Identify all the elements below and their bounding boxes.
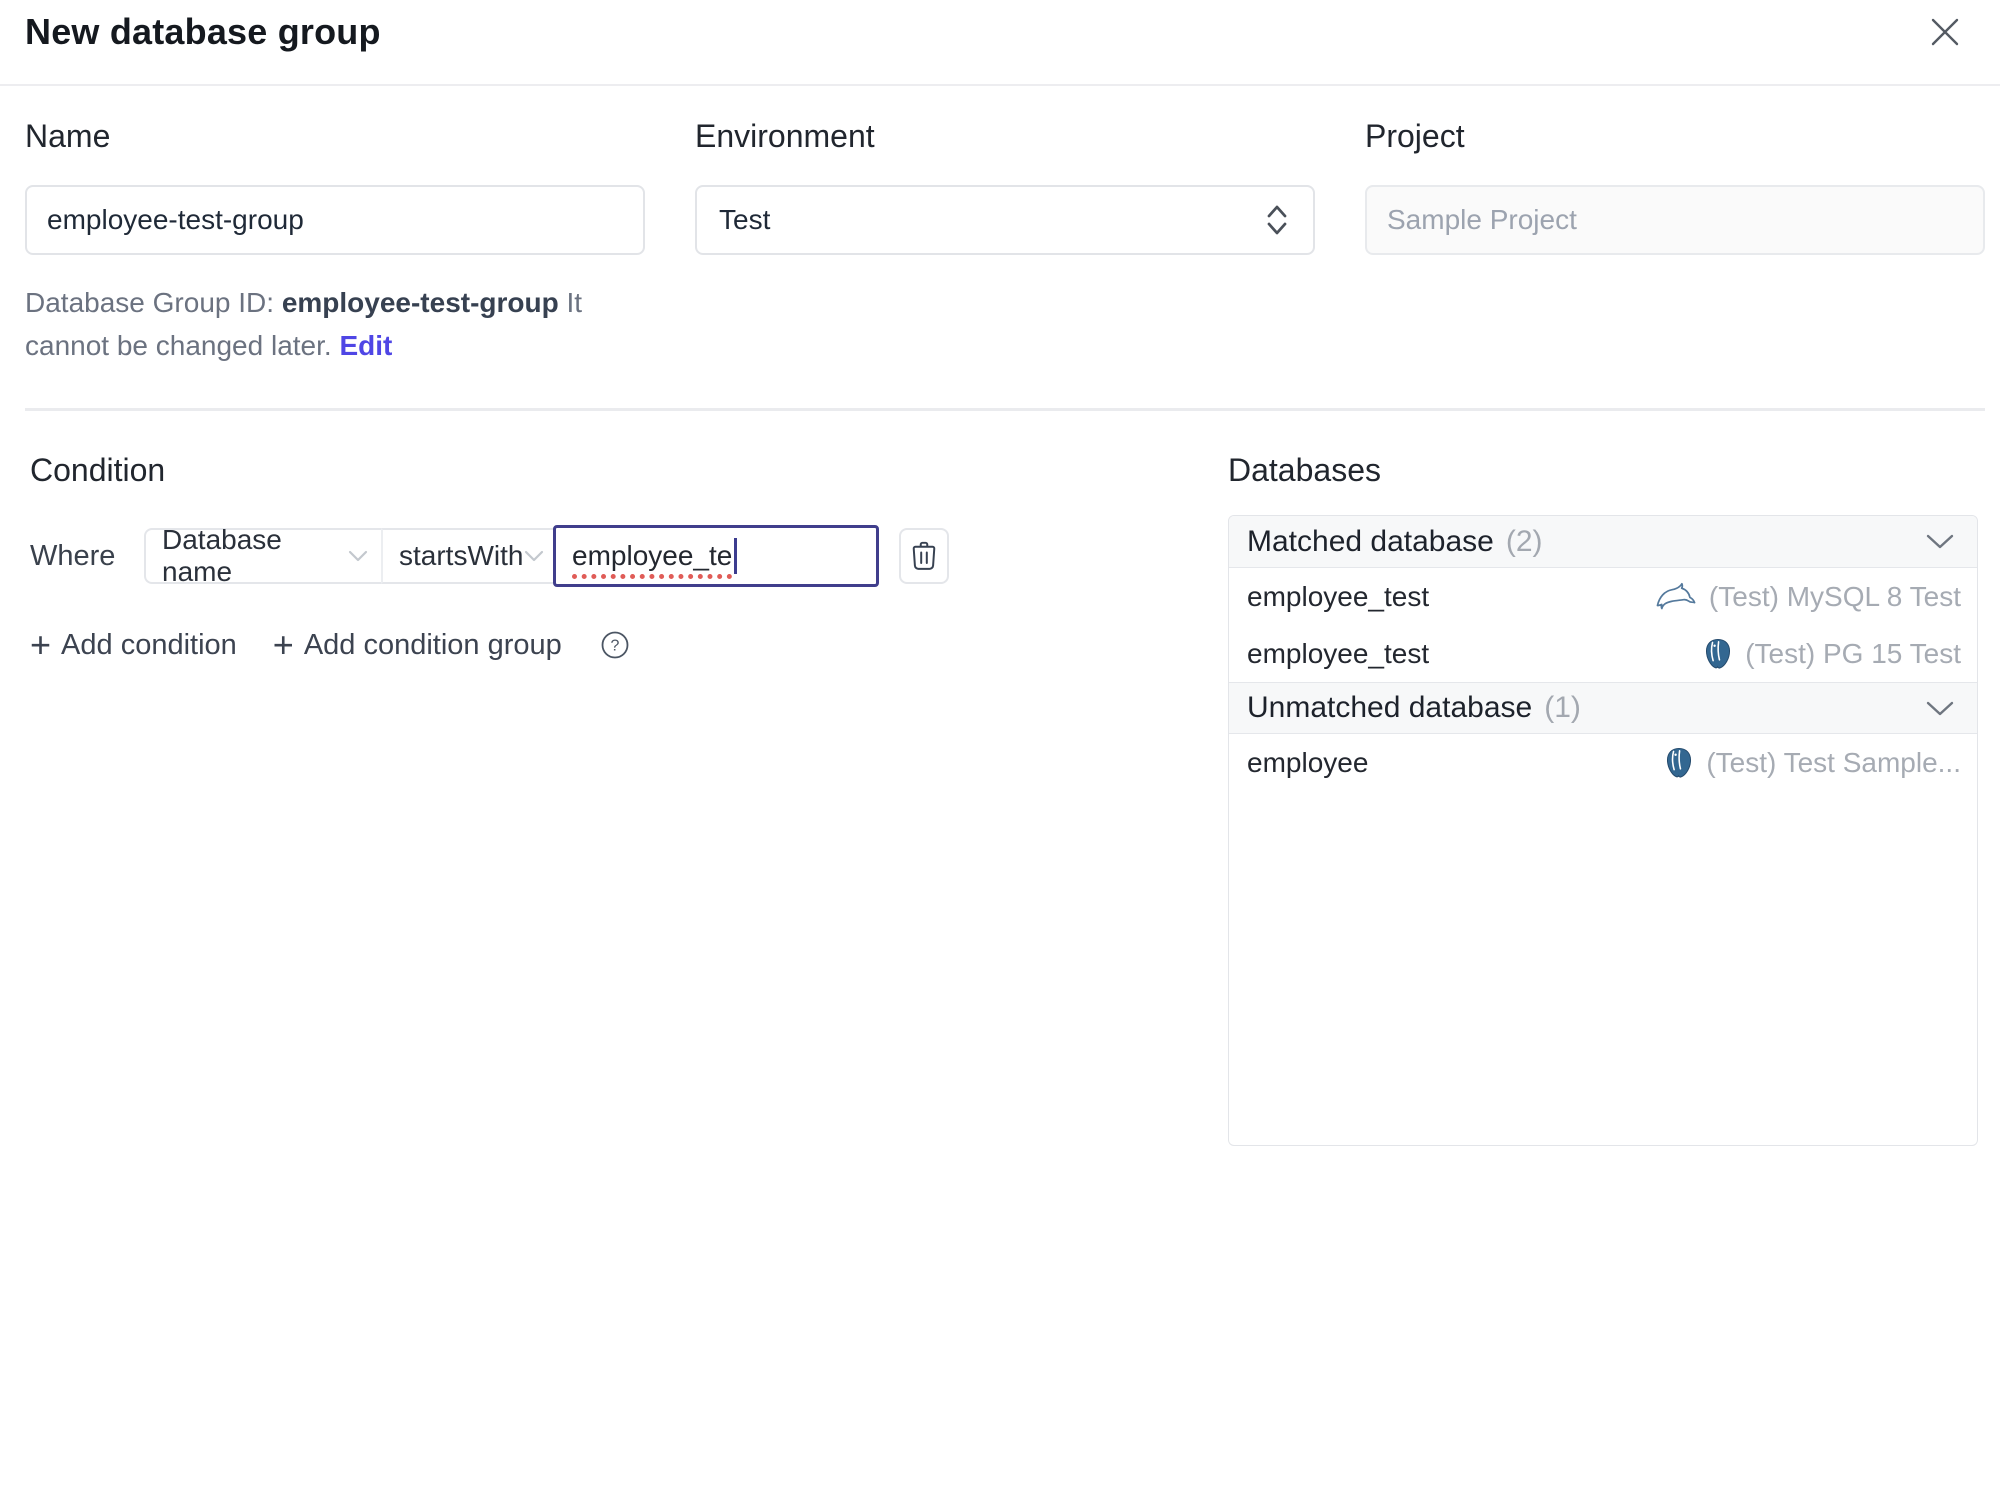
close-button[interactable] xyxy=(1928,15,1962,49)
plus-icon: + xyxy=(30,624,52,665)
project-input xyxy=(1365,185,1985,255)
mysql-dolphin-icon xyxy=(1655,582,1699,612)
condition-factor-select[interactable]: Database name xyxy=(144,524,381,587)
instance-info: (Test) MySQL 8 Test xyxy=(1655,581,1961,613)
form-row: Name Database Group ID: employee-test-gr… xyxy=(25,118,1985,368)
chevron-down-icon xyxy=(1925,700,1955,717)
databases-panel: Matched database (2) employee_test (Test… xyxy=(1228,515,1978,1146)
chevron-down-icon xyxy=(347,549,369,563)
new-database-group-dialog: New database group Name Database Group I… xyxy=(0,0,2000,1500)
svg-text:?: ? xyxy=(610,638,619,655)
dialog-header: New database group xyxy=(0,0,2000,86)
section-divider xyxy=(25,408,1985,411)
chevron-down-icon xyxy=(1925,533,1955,550)
chevron-down-icon xyxy=(523,549,545,563)
dialog-title: New database group xyxy=(25,11,381,52)
instance-info: (Test) PG 15 Test xyxy=(1701,637,1961,671)
matched-database-header[interactable]: Matched database (2) xyxy=(1229,516,1977,568)
unmatched-database-row[interactable]: employee (Test) Test Sample... xyxy=(1229,734,1977,791)
name-field-group: Name Database Group ID: employee-test-gr… xyxy=(25,118,645,368)
matched-database-label: Matched database xyxy=(1247,524,1494,558)
text-cursor xyxy=(734,538,738,574)
instance-label: (Test) Test Sample... xyxy=(1706,746,1961,778)
add-condition-button[interactable]: + Add condition xyxy=(30,627,237,663)
condition-heading: Condition xyxy=(30,452,166,488)
where-label: Where xyxy=(30,539,116,572)
updown-chevron-icon xyxy=(1265,202,1289,238)
database-name: employee xyxy=(1247,746,1369,778)
edit-link[interactable]: Edit xyxy=(339,330,392,361)
close-icon xyxy=(1929,16,1961,48)
condition-value-text: employee_te xyxy=(572,540,733,571)
matched-database-row[interactable]: employee_test (Test) PG 15 Test xyxy=(1229,625,1977,682)
unmatched-database-header[interactable]: Unmatched database (1) xyxy=(1229,682,1977,734)
unmatched-database-label: Unmatched database xyxy=(1247,691,1533,724)
add-condition-label: Add condition xyxy=(61,628,237,661)
project-label: Project xyxy=(1365,118,1465,154)
instance-label: (Test) PG 15 Test xyxy=(1745,637,1961,669)
condition-value-input[interactable]: employee_te xyxy=(553,525,879,587)
project-field-group: Project xyxy=(1365,118,1985,368)
databases-section: Databases Matched database (2) employee_… xyxy=(1228,452,1978,1146)
database-name: employee_test xyxy=(1247,637,1430,669)
instance-info: (Test) Test Sample... xyxy=(1662,746,1961,780)
environment-label: Environment xyxy=(695,118,875,154)
group-id-value: employee-test-group xyxy=(281,287,559,318)
databases-heading: Databases xyxy=(1228,452,1381,488)
database-name: employee_test xyxy=(1247,580,1430,612)
environment-field-group: Environment Test xyxy=(695,118,1315,368)
matched-database-count: (2) xyxy=(1505,524,1543,558)
add-condition-group-label: Add condition group xyxy=(303,628,562,661)
name-label: Name xyxy=(25,118,111,154)
condition-section: Condition Where Database name startsWith xyxy=(30,452,950,663)
condition-row: Where Database name startsWith employee_… xyxy=(30,524,950,587)
add-condition-group-button[interactable]: + Add condition group xyxy=(273,627,562,663)
unmatched-database-count: (1) xyxy=(1544,691,1581,724)
instance-label: (Test) MySQL 8 Test xyxy=(1708,580,1961,612)
condition-operator-select[interactable]: startsWith xyxy=(381,528,553,584)
plus-icon: + xyxy=(272,624,294,665)
environment-selected-value: Test xyxy=(719,204,771,235)
condition-factor-value: Database name xyxy=(162,524,282,587)
condition-links: + Add condition + Add condition group ? xyxy=(30,627,950,663)
help-circle-icon[interactable]: ? xyxy=(600,630,630,660)
trash-icon xyxy=(910,540,938,572)
name-input[interactable] xyxy=(25,185,645,255)
group-id-note: Database Group ID: employee-test-group I… xyxy=(25,281,645,368)
group-id-note-prefix: Database Group ID: xyxy=(25,287,282,318)
postgresql-elephant-icon xyxy=(1701,637,1735,671)
postgresql-elephant-icon xyxy=(1662,746,1696,780)
environment-select[interactable]: Test xyxy=(695,185,1315,255)
matched-database-row[interactable]: employee_test (Test) MySQL 8 Test xyxy=(1229,568,1977,625)
delete-condition-button[interactable] xyxy=(899,528,949,584)
condition-operator-value: startsWith xyxy=(399,540,524,571)
